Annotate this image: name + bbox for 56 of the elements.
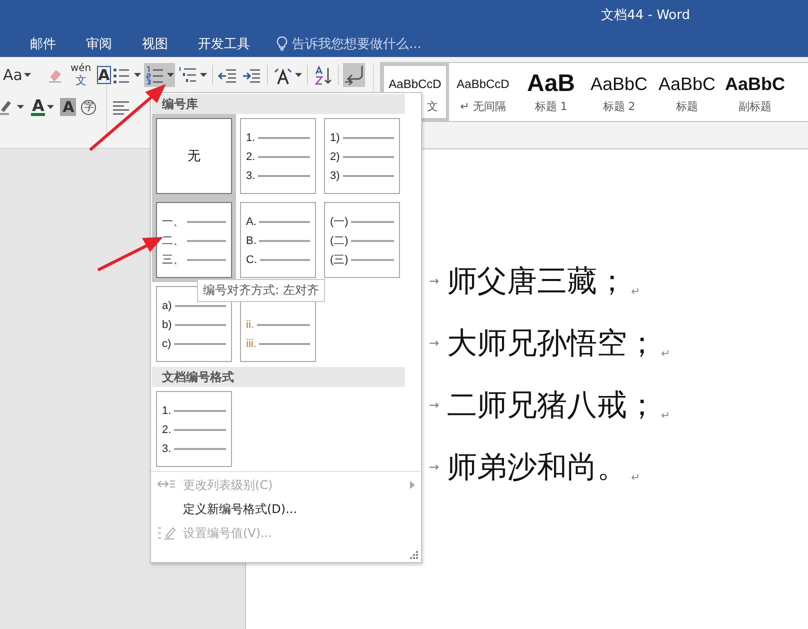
paragraph-text: 二师兄猪八戒； <box>447 386 657 424</box>
paragraph-mark: ↵ <box>631 471 640 484</box>
style-preview: AaBbC <box>590 72 648 96</box>
style-name: 文 <box>427 99 438 114</box>
list-marker: ii. <box>246 318 254 330</box>
paragraph-mark: ↵ <box>631 285 640 298</box>
list-marker: (一) <box>330 215 348 229</box>
tab-mark: → <box>429 460 440 474</box>
list-marker: a) <box>162 300 172 312</box>
list-marker: 3) <box>330 170 340 182</box>
window-title: 文档44 - Word <box>601 7 690 24</box>
list-marker: c) <box>162 338 172 350</box>
style-name: 标题 1 <box>534 99 568 114</box>
tooltip: 编号对齐方式: 左对齐 <box>197 279 325 302</box>
style-preview: AaBbCcD <box>388 76 442 93</box>
list-marker: 2. <box>162 424 172 436</box>
paragraph-mark: ↵ <box>661 409 670 422</box>
list-marker: b) <box>162 318 172 330</box>
paragraph-text: 师弟沙和尚。 <box>447 448 627 486</box>
list-marker: 1) <box>330 132 340 144</box>
list-marker: iii. <box>246 338 256 350</box>
list-marker: 1. <box>162 404 172 416</box>
paragraph-mark: ↵ <box>661 347 670 360</box>
tab-mark: → <box>429 336 440 350</box>
style-name: ↵ 无间隔 <box>460 99 506 114</box>
change-case-label: Aa <box>3 66 22 84</box>
list-marker: 3. <box>162 442 172 454</box>
style-preview: AaBbC <box>658 72 716 96</box>
list-marker: (二) <box>330 234 348 248</box>
list-marker: 3. <box>246 170 256 182</box>
list-marker: 2. <box>246 150 256 162</box>
list-marker: 2) <box>330 150 340 162</box>
tab-mark: → <box>429 398 440 412</box>
font-color-label: A <box>31 98 46 116</box>
style-name: 副标题 <box>738 99 772 114</box>
style-preview: AaBbCcD <box>456 76 510 93</box>
phonetic-text: 文 <box>75 76 86 86</box>
section-header: 文档编号格式 <box>152 367 405 387</box>
section-header: 编号库 <box>152 94 405 114</box>
phonetic-text: wén <box>70 64 92 74</box>
paragraph-text: 大师兄孙悟空； <box>447 324 657 362</box>
list-marker: C. <box>246 254 257 266</box>
list-marker: (三) <box>330 253 348 267</box>
style-name: 标题 <box>676 99 698 114</box>
option-label: 无 <box>188 147 200 165</box>
list-marker: 一、 <box>162 215 184 229</box>
paragraph-text: 师父唐三藏； <box>447 262 627 300</box>
style-preview: AaBbC <box>724 72 785 96</box>
list-marker: 三、 <box>162 253 184 267</box>
list-marker: 1. <box>246 132 256 144</box>
list-marker: A. <box>246 216 256 228</box>
style-name: 标题 2 <box>602 99 636 114</box>
list-marker: B. <box>246 234 256 246</box>
style-preview: AaB <box>526 69 575 99</box>
tab-mark: → <box>429 274 440 288</box>
list-marker: 二、 <box>162 234 184 248</box>
